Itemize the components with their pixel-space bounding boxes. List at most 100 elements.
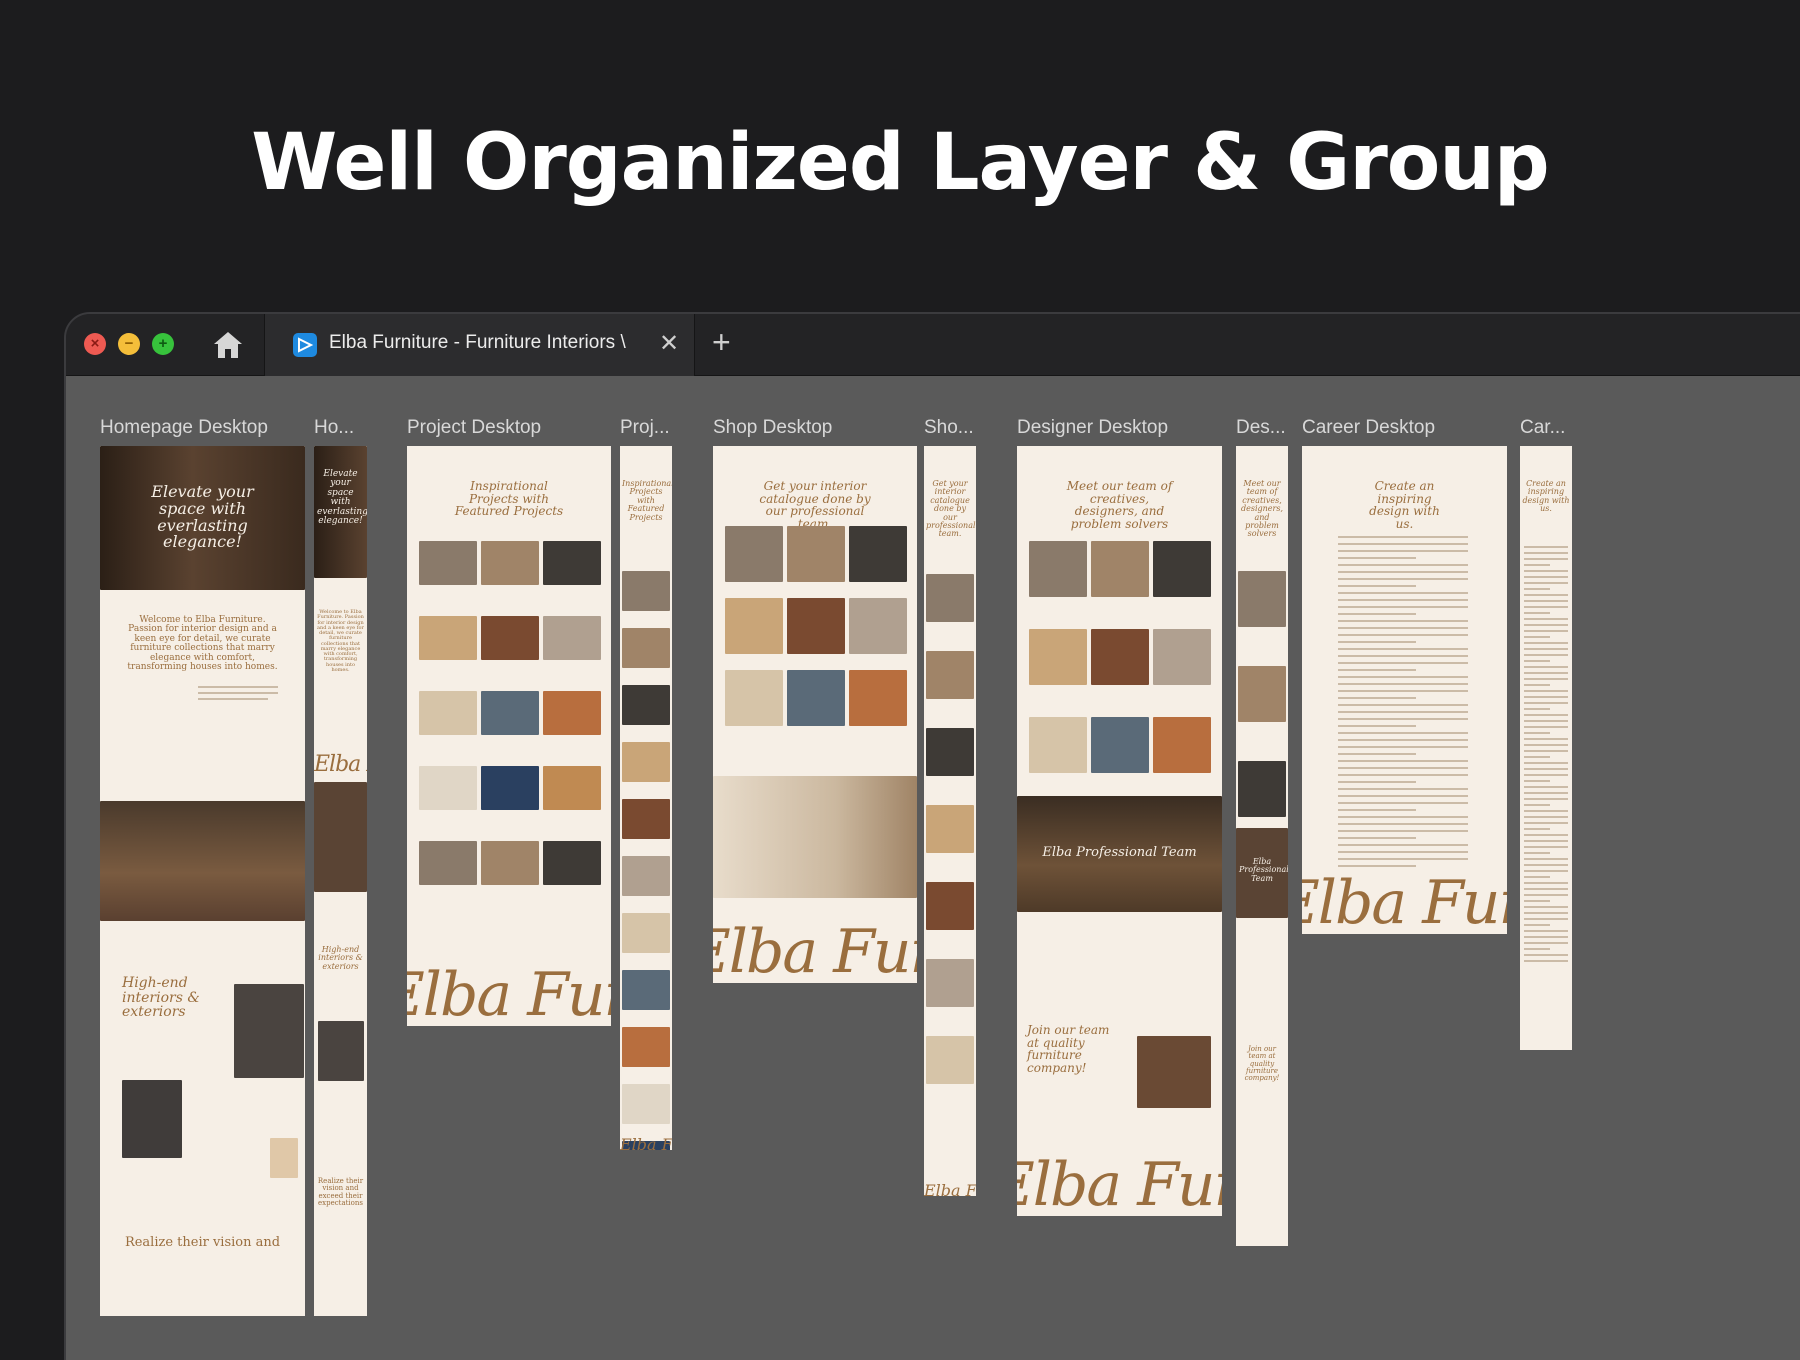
- frame-project-desktop[interactable]: Inspirational Projects with Featured Pro…: [407, 446, 611, 1026]
- text-line: [1524, 930, 1568, 932]
- tab-title: Elba Furniture - Furniture Interiors \: [329, 332, 626, 353]
- text-line: [1338, 627, 1468, 629]
- thumbnail-image: [849, 526, 907, 582]
- text-line: [1524, 780, 1551, 782]
- text-line: [1524, 798, 1568, 800]
- welcome-text: Welcome to Elba Furniture. Passion for i…: [127, 615, 278, 673]
- text-line: [1338, 844, 1468, 846]
- thumbnail-image: [481, 841, 539, 885]
- frame-homepage-mobile[interactable]: Elevate your space with everlasting eleg…: [314, 446, 367, 1316]
- decor-image: [270, 1138, 298, 1178]
- frame-label-homepage-mobile[interactable]: Ho...: [314, 417, 354, 439]
- interiors-heading: High-end interiors & exteriors: [122, 975, 200, 1021]
- text-line: [1524, 762, 1568, 764]
- brand-wordmark-mobile: Elba Furniture: [314, 752, 367, 777]
- thumbnail-image: [543, 541, 601, 585]
- career-heading-mobile: Create an inspiring design with us.: [1522, 479, 1570, 514]
- frame-designer-desktop[interactable]: Meet our team of creatives, designers, a…: [1017, 446, 1222, 1216]
- thumbnail-image: [419, 766, 477, 810]
- thumbnail-image: [622, 571, 670, 611]
- frame-career-desktop[interactable]: Create an inspiring design with us. Elba…: [1302, 446, 1507, 934]
- frame-label-shop-desktop[interactable]: Shop Desktop: [713, 417, 832, 439]
- text-line: [1338, 641, 1416, 643]
- text-line: [1524, 744, 1568, 746]
- thumbnail-image: [1153, 541, 1211, 597]
- frame-label-homepage-desktop[interactable]: Homepage Desktop: [100, 417, 268, 439]
- text-line: [1524, 672, 1568, 674]
- frame-designer-mobile[interactable]: Meet our team of creatives, designers, a…: [1236, 446, 1288, 1246]
- home-icon[interactable]: [210, 328, 246, 362]
- text-line: [1338, 578, 1468, 580]
- thumbnail-image: [787, 670, 845, 726]
- team-banner-title: Elba Professional Team: [1042, 845, 1197, 860]
- frame-homepage-desktop[interactable]: Elevate your space with everlasting eleg…: [100, 446, 305, 1316]
- text-line: [1524, 882, 1568, 884]
- team-photo: [1137, 1036, 1211, 1108]
- text-line: [1524, 738, 1568, 740]
- thumbnail-image: [419, 541, 477, 585]
- text-line: [1524, 696, 1568, 698]
- text-line: [1524, 750, 1568, 752]
- zoom-window-icon[interactable]: +: [152, 333, 174, 355]
- frame-label-project-mobile[interactable]: Proj...: [620, 417, 670, 439]
- close-tab-icon[interactable]: ✕: [659, 329, 679, 358]
- thumbnail-image: [725, 526, 783, 582]
- text-line: [1338, 837, 1416, 839]
- frame-shop-mobile[interactable]: Get your interior catalogue done by our …: [924, 446, 976, 1196]
- frame-shop-desktop[interactable]: Get your interior catalogue done by our …: [713, 446, 917, 983]
- text-line: [1338, 830, 1468, 832]
- text-line: [1338, 592, 1468, 594]
- text-line: [1524, 702, 1568, 704]
- design-canvas[interactable]: Homepage Desktop Ho... Project Desktop P…: [66, 376, 1800, 1360]
- thumbnail-image: [622, 628, 670, 668]
- text-line: [1524, 708, 1551, 710]
- tab-elba-furniture[interactable]: Elba Furniture - Furniture Interiors \ ✕: [265, 314, 695, 376]
- headline: Well Organized Layer & Group: [251, 118, 1550, 208]
- frame-label-project-desktop[interactable]: Project Desktop: [407, 417, 541, 439]
- shop-banner-image: [713, 776, 917, 898]
- minimize-window-icon[interactable]: −: [118, 333, 140, 355]
- text-line: [1338, 669, 1416, 671]
- frame-label-designer-desktop[interactable]: Designer Desktop: [1017, 417, 1168, 439]
- thumbnail-image: [622, 856, 670, 896]
- join-heading-mobile: Join our team at quality furniture compa…: [1244, 1045, 1280, 1083]
- browser-window: × − + Elba Furniture - Furniture Interio…: [64, 312, 1800, 1360]
- text-line: [1524, 852, 1551, 854]
- thumbnail-image: [787, 598, 845, 654]
- frame-label-career-mobile[interactable]: Car...: [1520, 417, 1565, 439]
- new-tab-icon[interactable]: +: [712, 324, 731, 361]
- text-line: [1524, 570, 1568, 572]
- text-line: [1338, 683, 1468, 685]
- frame-project-mobile[interactable]: Inspirational Projects with Featured Pro…: [620, 446, 672, 1150]
- text-line: [1524, 924, 1551, 926]
- frame-label-shop-mobile[interactable]: Sho...: [924, 417, 974, 439]
- thumbnail-image: [926, 805, 974, 853]
- text-line: [1524, 558, 1568, 560]
- frame-label-designer-mobile[interactable]: Des...: [1236, 417, 1286, 439]
- thumbnail-image: [419, 841, 477, 885]
- text-line: [1338, 725, 1416, 727]
- text-line: [1338, 676, 1468, 678]
- frame-label-career-desktop[interactable]: Career Desktop: [1302, 417, 1435, 439]
- text-line: [1338, 739, 1468, 741]
- text-line: [1338, 781, 1416, 783]
- text-line: [1338, 767, 1468, 769]
- text-line: [1524, 960, 1568, 962]
- text-line: [1338, 613, 1416, 615]
- frame-career-mobile[interactable]: Create an inspiring design with us.: [1520, 446, 1572, 1050]
- text-line: [1338, 697, 1416, 699]
- close-window-icon[interactable]: ×: [84, 333, 106, 355]
- thumbnail-image: [622, 742, 670, 782]
- text-line: [1338, 809, 1416, 811]
- chair-image: [234, 984, 304, 1078]
- text-line: [1524, 816, 1568, 818]
- text-line: [1524, 954, 1568, 956]
- text-line: [1338, 788, 1468, 790]
- thumbnail-image: [481, 541, 539, 585]
- thumbnail-image: [1153, 717, 1211, 773]
- text-line: [1338, 865, 1416, 867]
- text-line: [1338, 690, 1468, 692]
- text-line: [1338, 816, 1468, 818]
- thumbnail-image: [481, 691, 539, 735]
- thumbnail-image: [926, 728, 974, 776]
